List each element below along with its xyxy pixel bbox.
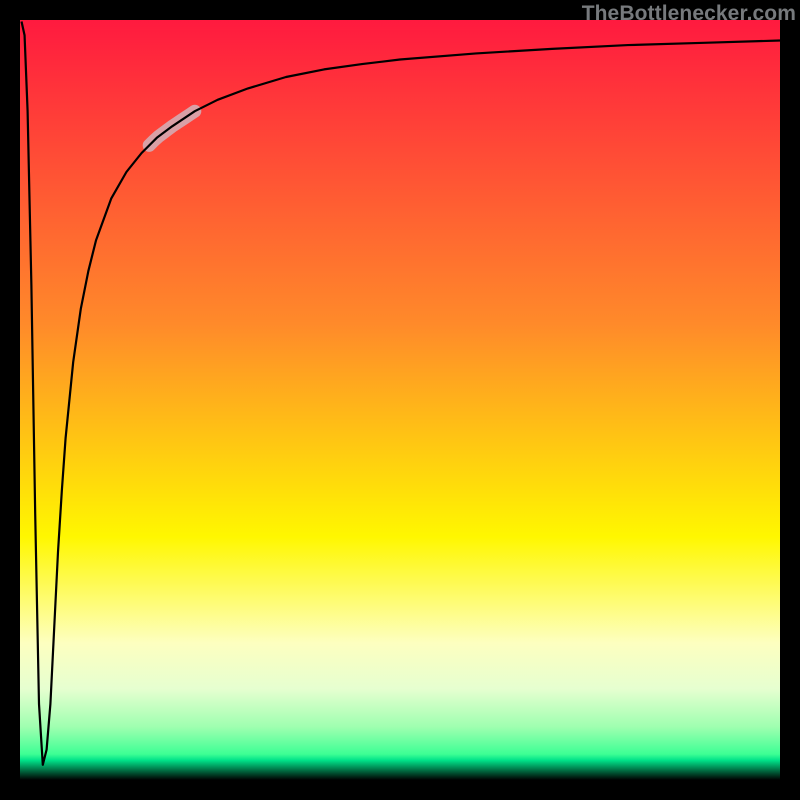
chart-background [20, 20, 780, 780]
chart-frame: TheBottlenecker.com [0, 0, 800, 800]
watermark-text: TheBottlenecker.com [582, 2, 796, 26]
chart-plot [20, 20, 780, 780]
